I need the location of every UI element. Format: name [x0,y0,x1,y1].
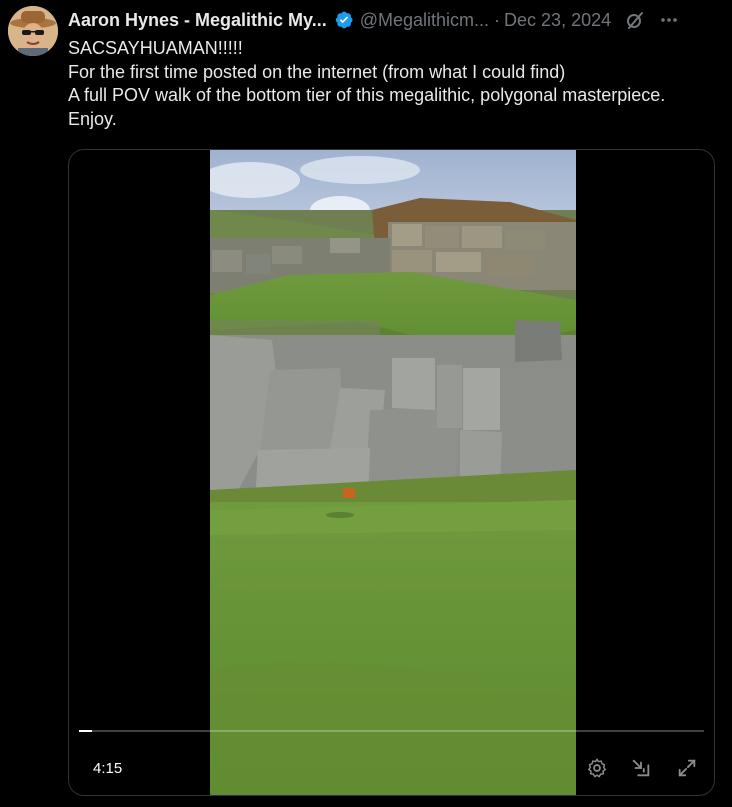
video-progress-bar[interactable] [79,730,704,732]
pop-out-icon[interactable] [630,757,652,779]
avatar[interactable] [8,6,58,56]
video-duration: 4:15 [93,760,123,777]
author-handle[interactable]: @Megalithicm... [360,10,489,31]
video-progress-fill [79,730,92,732]
tweet-text: SACSAYHUAMAN!!!!! For the first time pos… [68,37,722,131]
settings-icon[interactable] [586,757,608,779]
tweet-date[interactable]: Dec 23, 2024 [504,10,611,31]
tweet-text-line: Enjoy. [68,108,117,129]
tweet[interactable]: Aaron Hynes - Megalithic My... @Megalith… [0,0,732,807]
verified-badge-icon[interactable] [334,10,354,30]
author-display-name[interactable]: Aaron Hynes - Megalithic My... [68,10,327,31]
avatar-image [8,6,58,56]
fullscreen-icon[interactable] [676,757,698,779]
separator-dot: · [494,9,501,30]
tweet-text-line: For the first time posted on the interne… [68,61,566,82]
tweet-header: Aaron Hynes - Megalithic My... @Megalith… [68,8,718,32]
tweet-text-line: A full POV walk of the bottom tier of th… [68,85,666,105]
more-options-icon[interactable] [659,10,679,30]
video-thumbnail [210,150,576,795]
tweet-text-line: SACSAYHUAMAN!!!!! [68,38,243,58]
video-player[interactable]: 4:15 [68,149,715,796]
video-frame[interactable] [210,150,576,795]
grok-icon[interactable] [625,10,645,30]
